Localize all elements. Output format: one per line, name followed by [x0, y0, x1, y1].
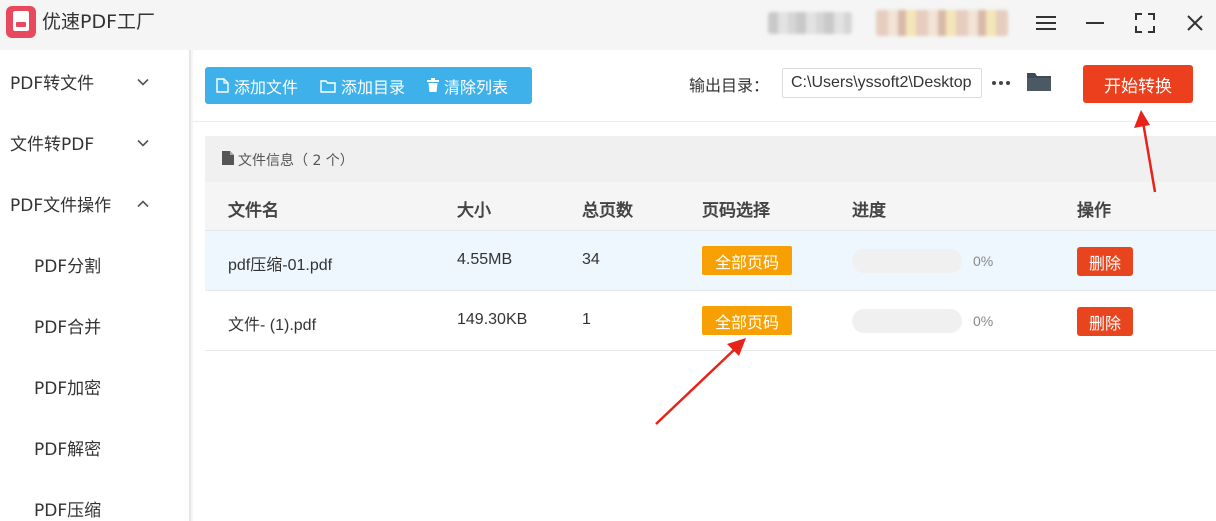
- file-size: 4.55MB: [457, 251, 513, 268]
- chevron-down-icon: [137, 139, 149, 147]
- column-header: 进度: [852, 201, 886, 221]
- close-icon[interactable]: [1180, 8, 1210, 38]
- main-content: 添加文件 添加目录 清除列表 输出目录： C:\Users\yssoft2\De…: [193, 50, 1216, 521]
- column-header: 页码选择: [702, 201, 770, 221]
- sidebar-item-label: PDF加密: [34, 378, 102, 399]
- add-file-button[interactable]: 添加文件: [205, 67, 309, 104]
- sidebar-group-pdf-operations[interactable]: PDF文件操作: [0, 173, 189, 233]
- more-options-icon[interactable]: [989, 70, 1013, 96]
- table-row[interactable]: pdf压缩-01.pdf 4.55MB 34 全部页码 0% 删除: [205, 231, 1216, 291]
- column-header: 操作: [1077, 201, 1111, 221]
- sidebar-group-file-to-pdf[interactable]: 文件转PDF: [0, 112, 189, 172]
- delete-button[interactable]: 删除: [1077, 307, 1133, 336]
- chevron-up-icon: [137, 200, 149, 208]
- table-header: 文件名 大小 总页数 页码选择 进度 操作: [205, 182, 1216, 231]
- sidebar-group-label: PDF转文件: [10, 73, 95, 94]
- sidebar-item-pdf-split[interactable]: PDF分割: [0, 234, 189, 294]
- column-header: 大小: [457, 201, 491, 221]
- title-bar: 优速PDF工厂: [0, 0, 1216, 50]
- progress-bar: [852, 309, 962, 333]
- minimize-icon[interactable]: [1080, 8, 1110, 38]
- app-logo-icon: [6, 6, 36, 38]
- blurred-user-info: [768, 12, 852, 34]
- sidebar-item-label: PDF压缩: [34, 500, 102, 521]
- file-size: 149.30KB: [457, 311, 528, 328]
- maximize-icon[interactable]: [1130, 8, 1160, 38]
- clear-list-button[interactable]: 清除列表: [416, 67, 519, 104]
- folder-outline-icon: [320, 79, 336, 93]
- blurred-account-info: [876, 10, 1008, 36]
- start-convert-button[interactable]: 开始转换: [1083, 65, 1193, 103]
- document-icon: [222, 151, 234, 165]
- sidebar-group-label: 文件转PDF: [10, 134, 95, 155]
- sidebar-item-pdf-encrypt[interactable]: PDF加密: [0, 356, 189, 416]
- file-name: pdf压缩-01.pdf: [228, 257, 333, 274]
- sidebar: PDF转文件 文件转PDF PDF文件操作 PDF分割 PDF合并 PDF加密 …: [0, 50, 191, 521]
- sidebar-item-pdf-merge[interactable]: PDF合并: [0, 295, 189, 355]
- add-directory-label: 添加目录: [341, 77, 406, 97]
- file-button-group: 添加文件 添加目录 清除列表: [205, 67, 532, 104]
- menu-icon[interactable]: [1031, 8, 1061, 38]
- sidebar-item-label: PDF解密: [34, 439, 102, 460]
- column-header: 文件名: [228, 201, 279, 221]
- sidebar-item-label: PDF分割: [34, 256, 102, 277]
- output-dir-label: 输出目录：: [689, 76, 770, 95]
- sidebar-group-pdf-to-file[interactable]: PDF转文件: [0, 51, 189, 111]
- chevron-down-icon: [137, 78, 149, 86]
- sidebar-item-pdf-decrypt[interactable]: PDF解密: [0, 417, 189, 477]
- panel-title: 文件信息（ 2 个）: [238, 153, 354, 169]
- app-title: 优速PDF工厂: [42, 11, 156, 33]
- progress-percent: 0%: [973, 253, 994, 269]
- file-icon: [216, 78, 229, 93]
- delete-button[interactable]: 删除: [1077, 247, 1133, 276]
- page-select-button[interactable]: 全部页码: [702, 306, 792, 335]
- page-select-button[interactable]: 全部页码: [702, 246, 792, 275]
- panel-header: 文件信息（ 2 个）: [205, 136, 1216, 182]
- page-count: 1: [582, 311, 591, 328]
- file-name: 文件- (1).pdf: [228, 317, 317, 334]
- file-list-panel: 文件信息（ 2 个） 文件名 大小 总页数 页码选择 进度 操作 pdf压缩-0…: [205, 136, 1216, 521]
- output-dir-input[interactable]: C:\Users\yssoft2\Desktop: [782, 68, 982, 98]
- table-row[interactable]: 文件- (1).pdf 149.30KB 1 全部页码 0% 删除: [205, 291, 1216, 351]
- sidebar-item-pdf-compress[interactable]: PDF压缩: [0, 478, 189, 521]
- folder-icon[interactable]: [1026, 70, 1054, 94]
- trash-icon: [427, 78, 440, 92]
- progress-percent: 0%: [973, 313, 994, 329]
- page-count: 34: [582, 251, 600, 268]
- toolbar: 添加文件 添加目录 清除列表 输出目录： C:\Users\yssoft2\De…: [193, 50, 1216, 122]
- column-header: 总页数: [582, 201, 633, 221]
- add-directory-button[interactable]: 添加目录: [309, 67, 416, 104]
- progress-bar: [852, 249, 962, 273]
- add-file-label: 添加文件: [234, 77, 299, 97]
- sidebar-item-label: PDF合并: [34, 317, 102, 338]
- sidebar-group-label: PDF文件操作: [10, 195, 112, 216]
- clear-list-label: 清除列表: [444, 77, 509, 97]
